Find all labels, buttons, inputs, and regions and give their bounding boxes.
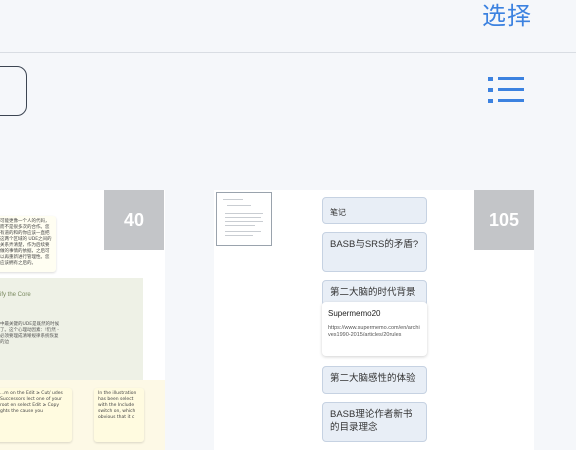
list-item[interactable]: 第二大脑感性的体验 [322, 366, 427, 394]
list-item[interactable]: 笔记 [322, 197, 427, 224]
sticky-note: In the illustration has been select with… [94, 388, 144, 442]
section-label: ify the Core [0, 292, 31, 298]
link-card[interactable]: Supermemo20 https://www.supermemo.com/en… [322, 302, 427, 356]
card-text: 中最关键的UDE是既然的时候了。这个心理动因素：!仍然 - 必须要理成清晰规律系… [0, 322, 60, 345]
page-count-badge: 40 [104, 190, 164, 250]
document-thumbnail [216, 192, 272, 246]
top-bar: 选择 [0, 0, 576, 53]
list-item[interactable]: BASB与SRS的矛盾? [322, 232, 427, 272]
search-input[interactable] [0, 66, 27, 116]
link-title: Supermemo20 [328, 309, 381, 318]
page-count-badge: 105 [474, 190, 534, 250]
sticky-note: ...m on the Edit ≥ Cut/ udes Successors … [0, 388, 72, 442]
sticky-note: 可能更像一个人的代码，而不是很多次的合作。您有道的和的你应该一直把这两个区域的 … [0, 216, 56, 272]
list-view-icon[interactable] [486, 74, 526, 106]
link-url[interactable]: https://www.supermemo.com/en/archives199… [328, 325, 421, 339]
list-item[interactable]: BASB理论作者新书的目录理念 [322, 402, 427, 442]
select-button[interactable]: 选择 [482, 0, 532, 31]
